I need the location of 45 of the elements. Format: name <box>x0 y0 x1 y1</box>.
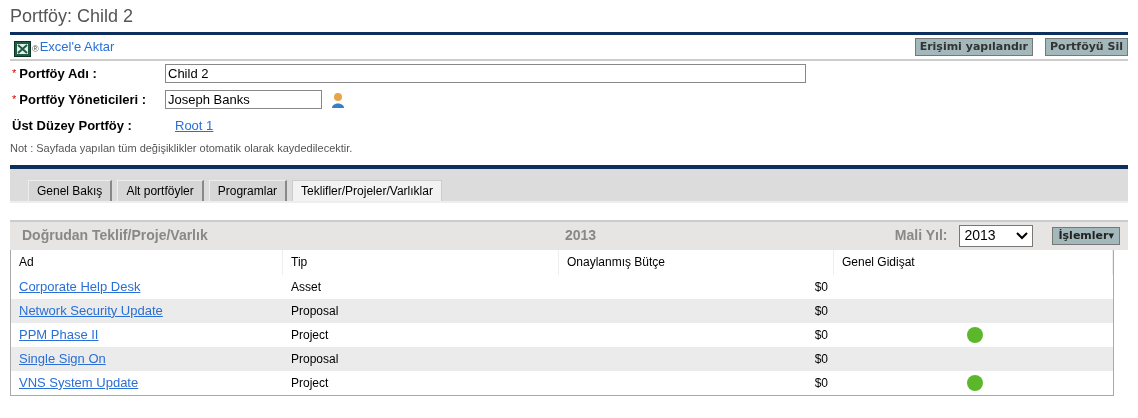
spreadsheet-icon[interactable] <box>14 40 31 57</box>
table-cell: Proposal <box>291 351 339 366</box>
fiscal-year-label: Mali Yıl: <box>894 226 948 245</box>
field-label: Üst Düzey Portföy : <box>12 116 132 135</box>
export-link[interactable]: Excel'e Aktar <box>39 37 115 57</box>
actions-button[interactable]: İşlemler▾ <box>1052 226 1120 245</box>
person-icon[interactable] <box>331 91 345 108</box>
note-text: Not : Sayfada yapılan tüm değişiklikler otomatik olarak kaydedilecektir. <box>10 141 353 154</box>
table-cell: $0 <box>814 327 828 342</box>
table-cell: $0 <box>814 279 828 294</box>
name-input[interactable]: Child 2 <box>165 64 806 83</box>
fiscal-year-select[interactable]: 2013 <box>959 224 1034 247</box>
registered-mark: ® <box>32 43 39 56</box>
chevron-down-icon <box>1016 231 1029 240</box>
item-link[interactable]: Corporate Help Desk <box>19 278 141 294</box>
table-cell: Project <box>291 327 329 342</box>
table-cell: $0 <box>814 351 828 366</box>
item-link[interactable]: Network Security Update <box>19 302 163 318</box>
field-label: Portföy Adı : <box>19 64 97 83</box>
required-mark: * <box>12 66 17 82</box>
manager-input[interactable]: Joseph Banks <box>165 90 322 109</box>
column-header: Genel Gidişat <box>842 254 915 271</box>
item-link[interactable]: VNS System Update <box>19 374 139 390</box>
tab[interactable]: Alt portföyler <box>117 179 204 201</box>
table-cell: $0 <box>814 375 828 390</box>
toolbar-button[interactable]: Erişimi yapılandır <box>914 37 1034 56</box>
parent-portfolio-link[interactable]: Root 1 <box>175 115 214 136</box>
column-header: Ad <box>19 254 34 271</box>
toolbar-button[interactable]: Portföyü Sil <box>1045 37 1128 56</box>
required-mark: * <box>12 92 17 108</box>
field-label: Portföy Yöneticileri : <box>19 90 147 109</box>
table-cell: Project <box>291 375 329 390</box>
table-cell: Proposal <box>291 303 339 318</box>
table-cell: $0 <box>814 303 828 318</box>
table-cell: Asset <box>291 279 321 294</box>
column-header: Onaylanmış Bütçe <box>567 254 666 271</box>
tab[interactable]: Teklifler/Projeler/Varlıklar <box>292 179 442 201</box>
tab[interactable]: Programlar <box>208 179 288 201</box>
tab[interactable]: Genel Bakış <box>28 179 113 201</box>
item-link[interactable]: Single Sign On <box>19 350 106 366</box>
page-title: Portföy: Child 2 <box>10 6 134 26</box>
section-title: Doğrudan Teklif/Proje/Varlık <box>22 226 209 245</box>
item-link[interactable]: PPM Phase II <box>19 326 99 342</box>
column-header: Tip <box>291 254 308 271</box>
year-label: 2013 <box>565 226 597 245</box>
